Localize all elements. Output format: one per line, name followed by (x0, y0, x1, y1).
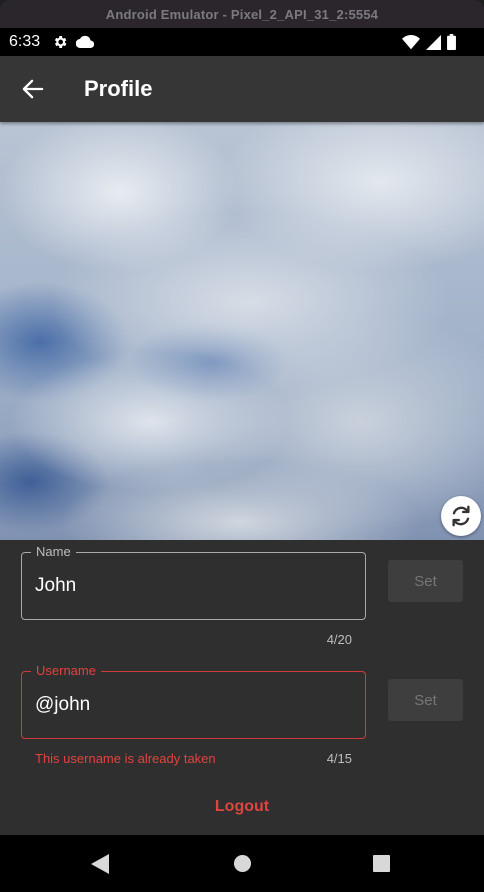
profile-form: Name John Set 4/20 Username @john Set Th… (0, 540, 484, 835)
home-circle-icon (233, 854, 251, 873)
gear-icon (55, 36, 67, 48)
nav-back-button[interactable] (70, 835, 130, 892)
system-nav-bar (0, 835, 484, 892)
wifi-icon (402, 34, 420, 49)
recents-square-icon (372, 855, 390, 872)
signal-icon (426, 34, 441, 50)
status-time: 6:33 (9, 33, 41, 50)
name-field-label: Name (31, 544, 76, 559)
back-button[interactable] (13, 69, 53, 109)
logout-button[interactable]: Logout (0, 798, 484, 816)
emulator-window-title: Android Emulator - Pixel_2_API_31_2:5554 (0, 0, 484, 28)
username-field-value[interactable]: @john (35, 694, 90, 716)
name-char-counter: 4/20 (326, 632, 352, 647)
set-username-button[interactable]: Set (388, 679, 463, 721)
username-error-message: This username is already taken (35, 751, 216, 766)
status-bar: 6:33 (0, 28, 484, 56)
back-triangle-icon (91, 853, 109, 874)
refresh-icon (452, 505, 470, 527)
cloud-icon (76, 35, 95, 49)
arrow-back-icon (22, 79, 44, 99)
change-image-button[interactable] (441, 496, 481, 536)
battery-icon (447, 34, 456, 50)
set-name-button[interactable]: Set (388, 560, 463, 602)
username-field-label: Username (31, 663, 101, 678)
name-field[interactable]: Name John (21, 544, 366, 620)
name-field-value[interactable]: John (35, 575, 76, 597)
page-title: Profile (84, 76, 153, 101)
nav-home-button[interactable] (212, 835, 272, 892)
profile-cover-image (0, 122, 484, 540)
username-char-counter: 4/15 (326, 751, 352, 766)
nav-recents-button[interactable] (351, 835, 411, 892)
username-field[interactable]: Username @john (21, 663, 366, 739)
app-bar: Profile (0, 56, 484, 122)
